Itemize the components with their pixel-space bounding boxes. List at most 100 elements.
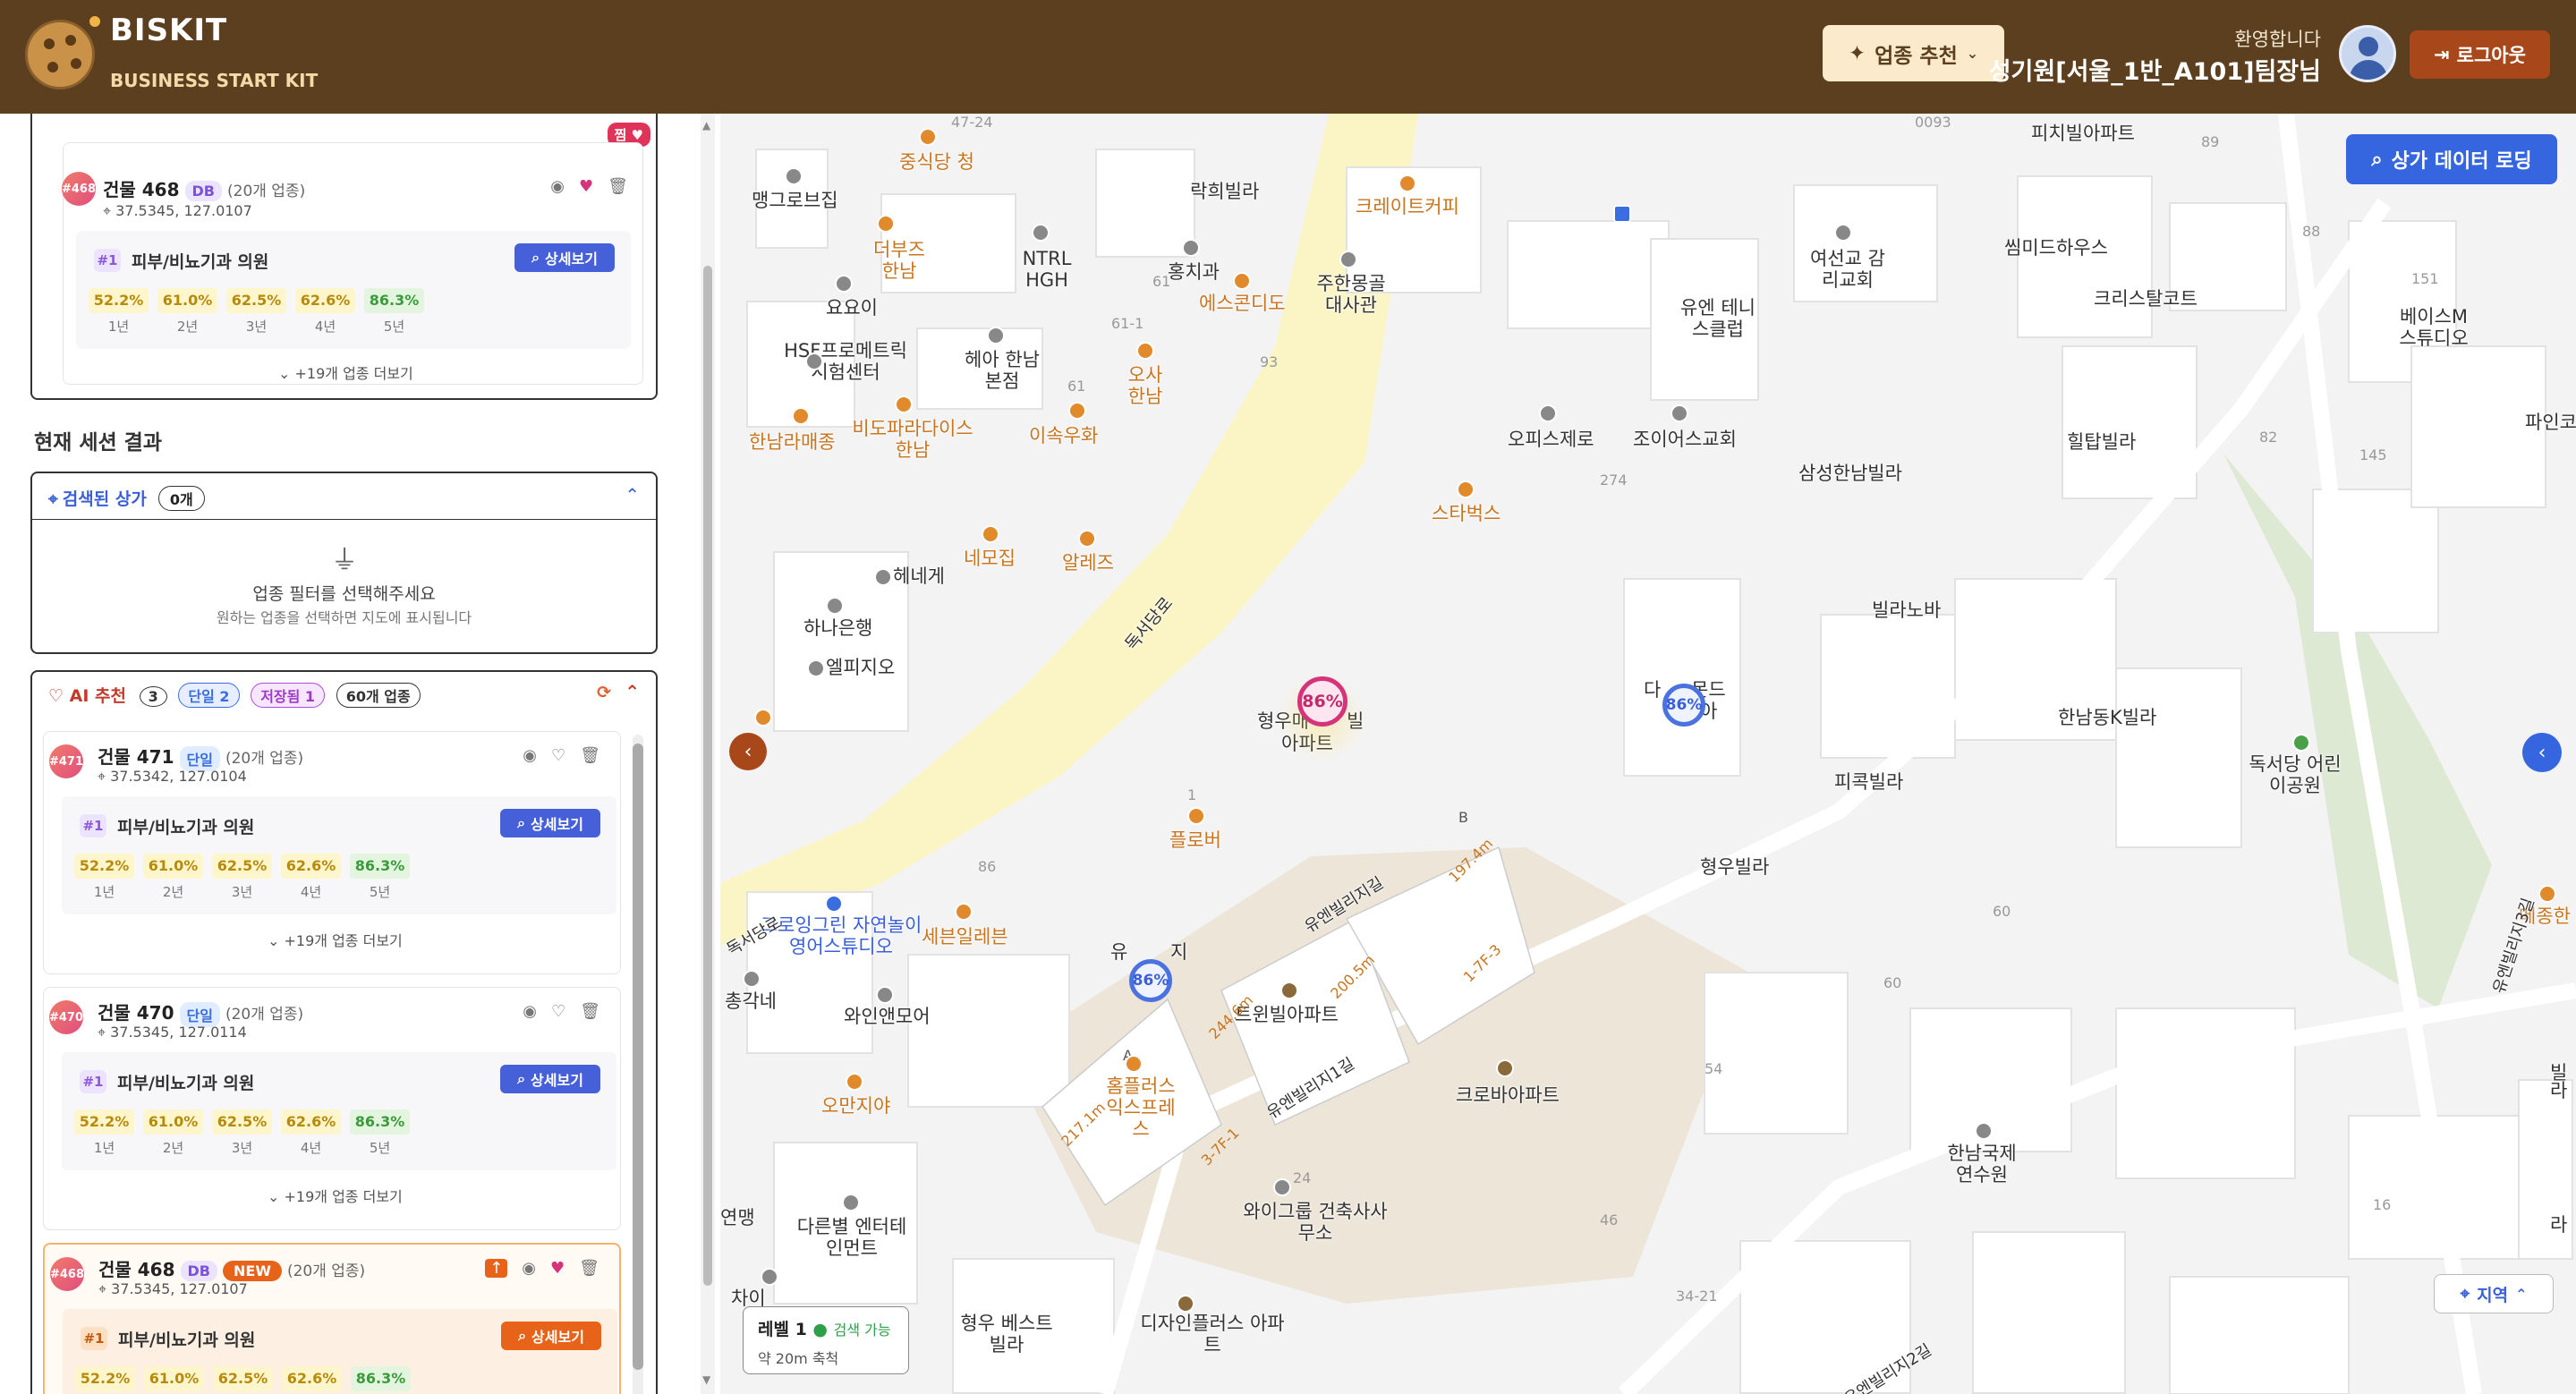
map-label[interactable]: 주한몽골 대사관 [1311,273,1391,316]
heart-outline-icon[interactable]: ♡ [551,746,565,765]
logout-button[interactable]: ⇥ 로그아웃 [2410,30,2550,79]
map-label[interactable]: 이속우화 [1029,425,1098,446]
trash-icon[interactable]: 🗑 [580,1002,600,1021]
map-poi-icon[interactable] [1975,1122,1993,1140]
map-label[interactable]: 스타벅스 [1432,503,1501,524]
map-label[interactable]: 라 [2550,1214,2567,1236]
restaurant-poi-icon[interactable] [1078,530,1096,548]
map-label[interactable]: 힐탑빌라 [2067,431,2136,453]
arrow-up-icon[interactable]: ↑ [485,1259,508,1278]
heart-icon[interactable]: ♥ [579,177,593,196]
map-label[interactable]: HSF프로메트릭 시험센터 [778,340,913,383]
map-label[interactable]: 비도파라다이스 한남 [846,418,980,461]
map-label[interactable]: 에스콘디도 [1199,293,1286,314]
building-card-highlighted[interactable]: #468 건물 468 DB NEW (20개 업종) ⌖ 37.5345, 127.… [43,1243,621,1394]
map-poi-icon[interactable] [1032,224,1050,242]
map-poi-icon[interactable] [1182,239,1200,257]
church-poi-icon[interactable] [1834,224,1852,242]
detail-button[interactable]: ⌕ 상세보기 [514,243,615,272]
map-label[interactable]: 오피스제로 [1508,429,1594,450]
map-label[interactable]: 피치빌아파트 [2031,123,2135,144]
map-label[interactable]: 파인코 [2525,412,2576,433]
map-label[interactable]: 오만지야 [821,1095,890,1117]
bar-poi-icon[interactable] [895,395,913,413]
map-poi-icon[interactable] [761,1268,778,1286]
park-poi-icon[interactable] [2292,734,2310,752]
load-store-data-button[interactable]: ⌕ 상가 데이터 로딩 [2346,134,2557,184]
heart-icon[interactable]: ♥ [550,1259,565,1278]
map-label[interactable]: 씸미드하우스 [2004,237,2108,259]
trash-icon[interactable]: 🗑 [580,746,600,765]
collapse-sidebar-button[interactable]: ‹ [729,733,767,770]
region-button[interactable]: ⌖ 지역 ⌃ [2434,1274,2554,1313]
eye-icon[interactable]: ◉ [523,746,537,765]
map-label[interactable]: 조이어스교회 [1633,429,1737,450]
heart-outline-icon[interactable]: ♡ [551,1002,565,1021]
building-card[interactable]: #470 건물 470 단일 (20개 업종) ⌖ 37.5345, 127.011… [43,987,621,1230]
map-label[interactable]: 더부즈 한남 [868,239,931,282]
detail-button[interactable]: ⌕ 상세보기 [500,809,600,837]
ai-recommend-header[interactable]: ♡ AI 추천 3 단일 2 저장됨 1 60개 업종 ⟳ ⌃ [32,672,656,718]
map-label[interactable]: 와인앤모어 [844,1006,931,1027]
map-label[interactable]: 플로버 [1169,829,1221,851]
map-label[interactable]: 홈플러스 익스프레스 [1101,1075,1181,1140]
store-poi-icon[interactable] [1125,1055,1143,1073]
map-label[interactable]: 형우빌라 [1700,856,1769,878]
map-poi-icon[interactable] [876,986,894,1004]
restaurant-poi-icon[interactable] [792,407,810,425]
restaurant-poi-icon[interactable] [1233,272,1251,290]
refresh-icon[interactable]: ⟳ [597,683,611,702]
score-marker[interactable]: 86% [1662,684,1705,727]
saved-building-card[interactable]: 찜 ♥ #468 건물 468 DB (20개 업종) ⌖ 37.5345, 127… [30,114,658,400]
more-businesses-link[interactable]: ⌄ +19개 업종 더보기 [278,361,413,383]
scrollbar-track[interactable] [633,735,643,1394]
searched-stores-header[interactable]: ⌖ 검색된 상가 0개 ⌃ [32,473,656,520]
detail-button[interactable]: ⌕ 상세보기 [501,1322,601,1350]
map-label[interactable]: 크로바아파트 [1456,1084,1560,1106]
map-label[interactable]: 홍치과 [1168,261,1220,283]
bank-poi-icon[interactable] [826,597,844,615]
map-poi-icon[interactable] [1496,1059,1514,1077]
map-poi-icon[interactable] [1539,404,1557,422]
map-label[interactable]: 엘피지오 [826,657,895,678]
map-poi-icon[interactable] [1339,251,1357,268]
map-view[interactable]: 맹그로브집 중식당 청 더부즈 한남 요요이 NTRL HGH 락희빌라 홍치과… [720,114,2576,1394]
restaurant-poi-icon[interactable] [846,1073,863,1091]
business-recommend-button[interactable]: ✦ 업종 추천 ⌄ [1823,25,2004,81]
map-poi-icon[interactable] [842,1194,860,1211]
map-poi-icon[interactable] [825,895,843,913]
map-label[interactable]: 여선교 감리교회 [1807,248,1888,291]
map-label[interactable]: 헤네게 [893,565,945,587]
map-label[interactable]: 크리스탈코트 [2094,288,2198,310]
map-poi-icon[interactable] [874,568,892,586]
map-label[interactable]: 베이스M 스튜디오 [2393,306,2474,349]
eye-icon[interactable]: ◉ [523,1002,537,1021]
trash-icon[interactable]: 🗑 [579,1259,599,1278]
cafe-poi-icon[interactable] [1399,174,1416,192]
map-label[interactable]: 한남동K빌라 [2058,707,2156,728]
map-label[interactable]: 하나은행 [803,617,872,639]
restaurant-poi-icon[interactable] [982,525,999,543]
map-poi-icon[interactable] [805,353,823,370]
detail-button[interactable]: ⌕ 상세보기 [500,1065,600,1093]
map-poi-icon[interactable] [2538,885,2556,903]
map-label[interactable]: 맹그로브집 [752,190,838,211]
user-avatar[interactable] [2339,25,2396,82]
map-label[interactable]: 오사 한남 [1123,364,1168,407]
map-label[interactable]: 유 [1110,941,1127,963]
map-poi-icon[interactable] [743,970,761,988]
map-label[interactable]: NTRL HGH [1020,248,1074,291]
map-label[interactable]: 지 [1170,941,1187,963]
map-poi-icon[interactable] [1280,982,1298,999]
cafe-poi-icon[interactable] [1457,480,1475,498]
map-label[interactable]: 네모집 [964,548,1016,569]
trash-icon[interactable]: 🗑 [608,177,628,196]
restaurant-poi-icon[interactable] [919,128,937,146]
map-label[interactable]: 디자인플러스 아파트 [1132,1313,1293,1356]
score-marker[interactable]: 86% [1297,676,1348,727]
map-label[interactable]: 형우 베스트빌라 [957,1313,1056,1356]
more-businesses-link[interactable]: ⌄ +19개 업종 더보기 [268,929,403,950]
map-label[interactable]: 삼성한남빌라 [1798,463,1902,484]
map-label[interactable]: 유엔 테니스클럽 [1673,297,1763,340]
map-label[interactable]: 크레이트커피 [1356,196,1459,217]
